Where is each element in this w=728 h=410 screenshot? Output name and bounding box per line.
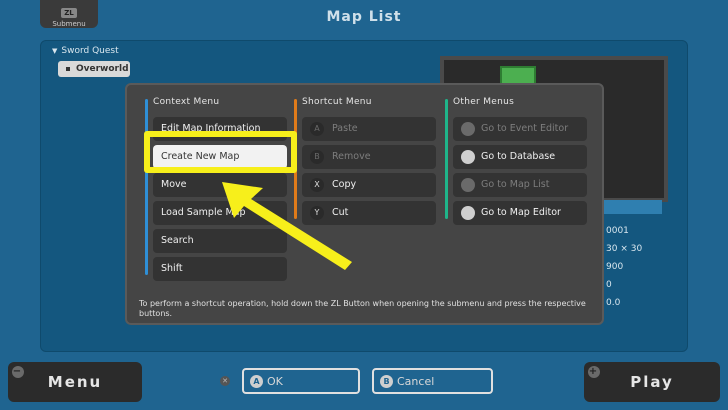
screen: ZL Submenu Map List ▼ Sword Quest Overwo… xyxy=(0,0,728,410)
highlight-arrow-icon xyxy=(222,182,352,270)
